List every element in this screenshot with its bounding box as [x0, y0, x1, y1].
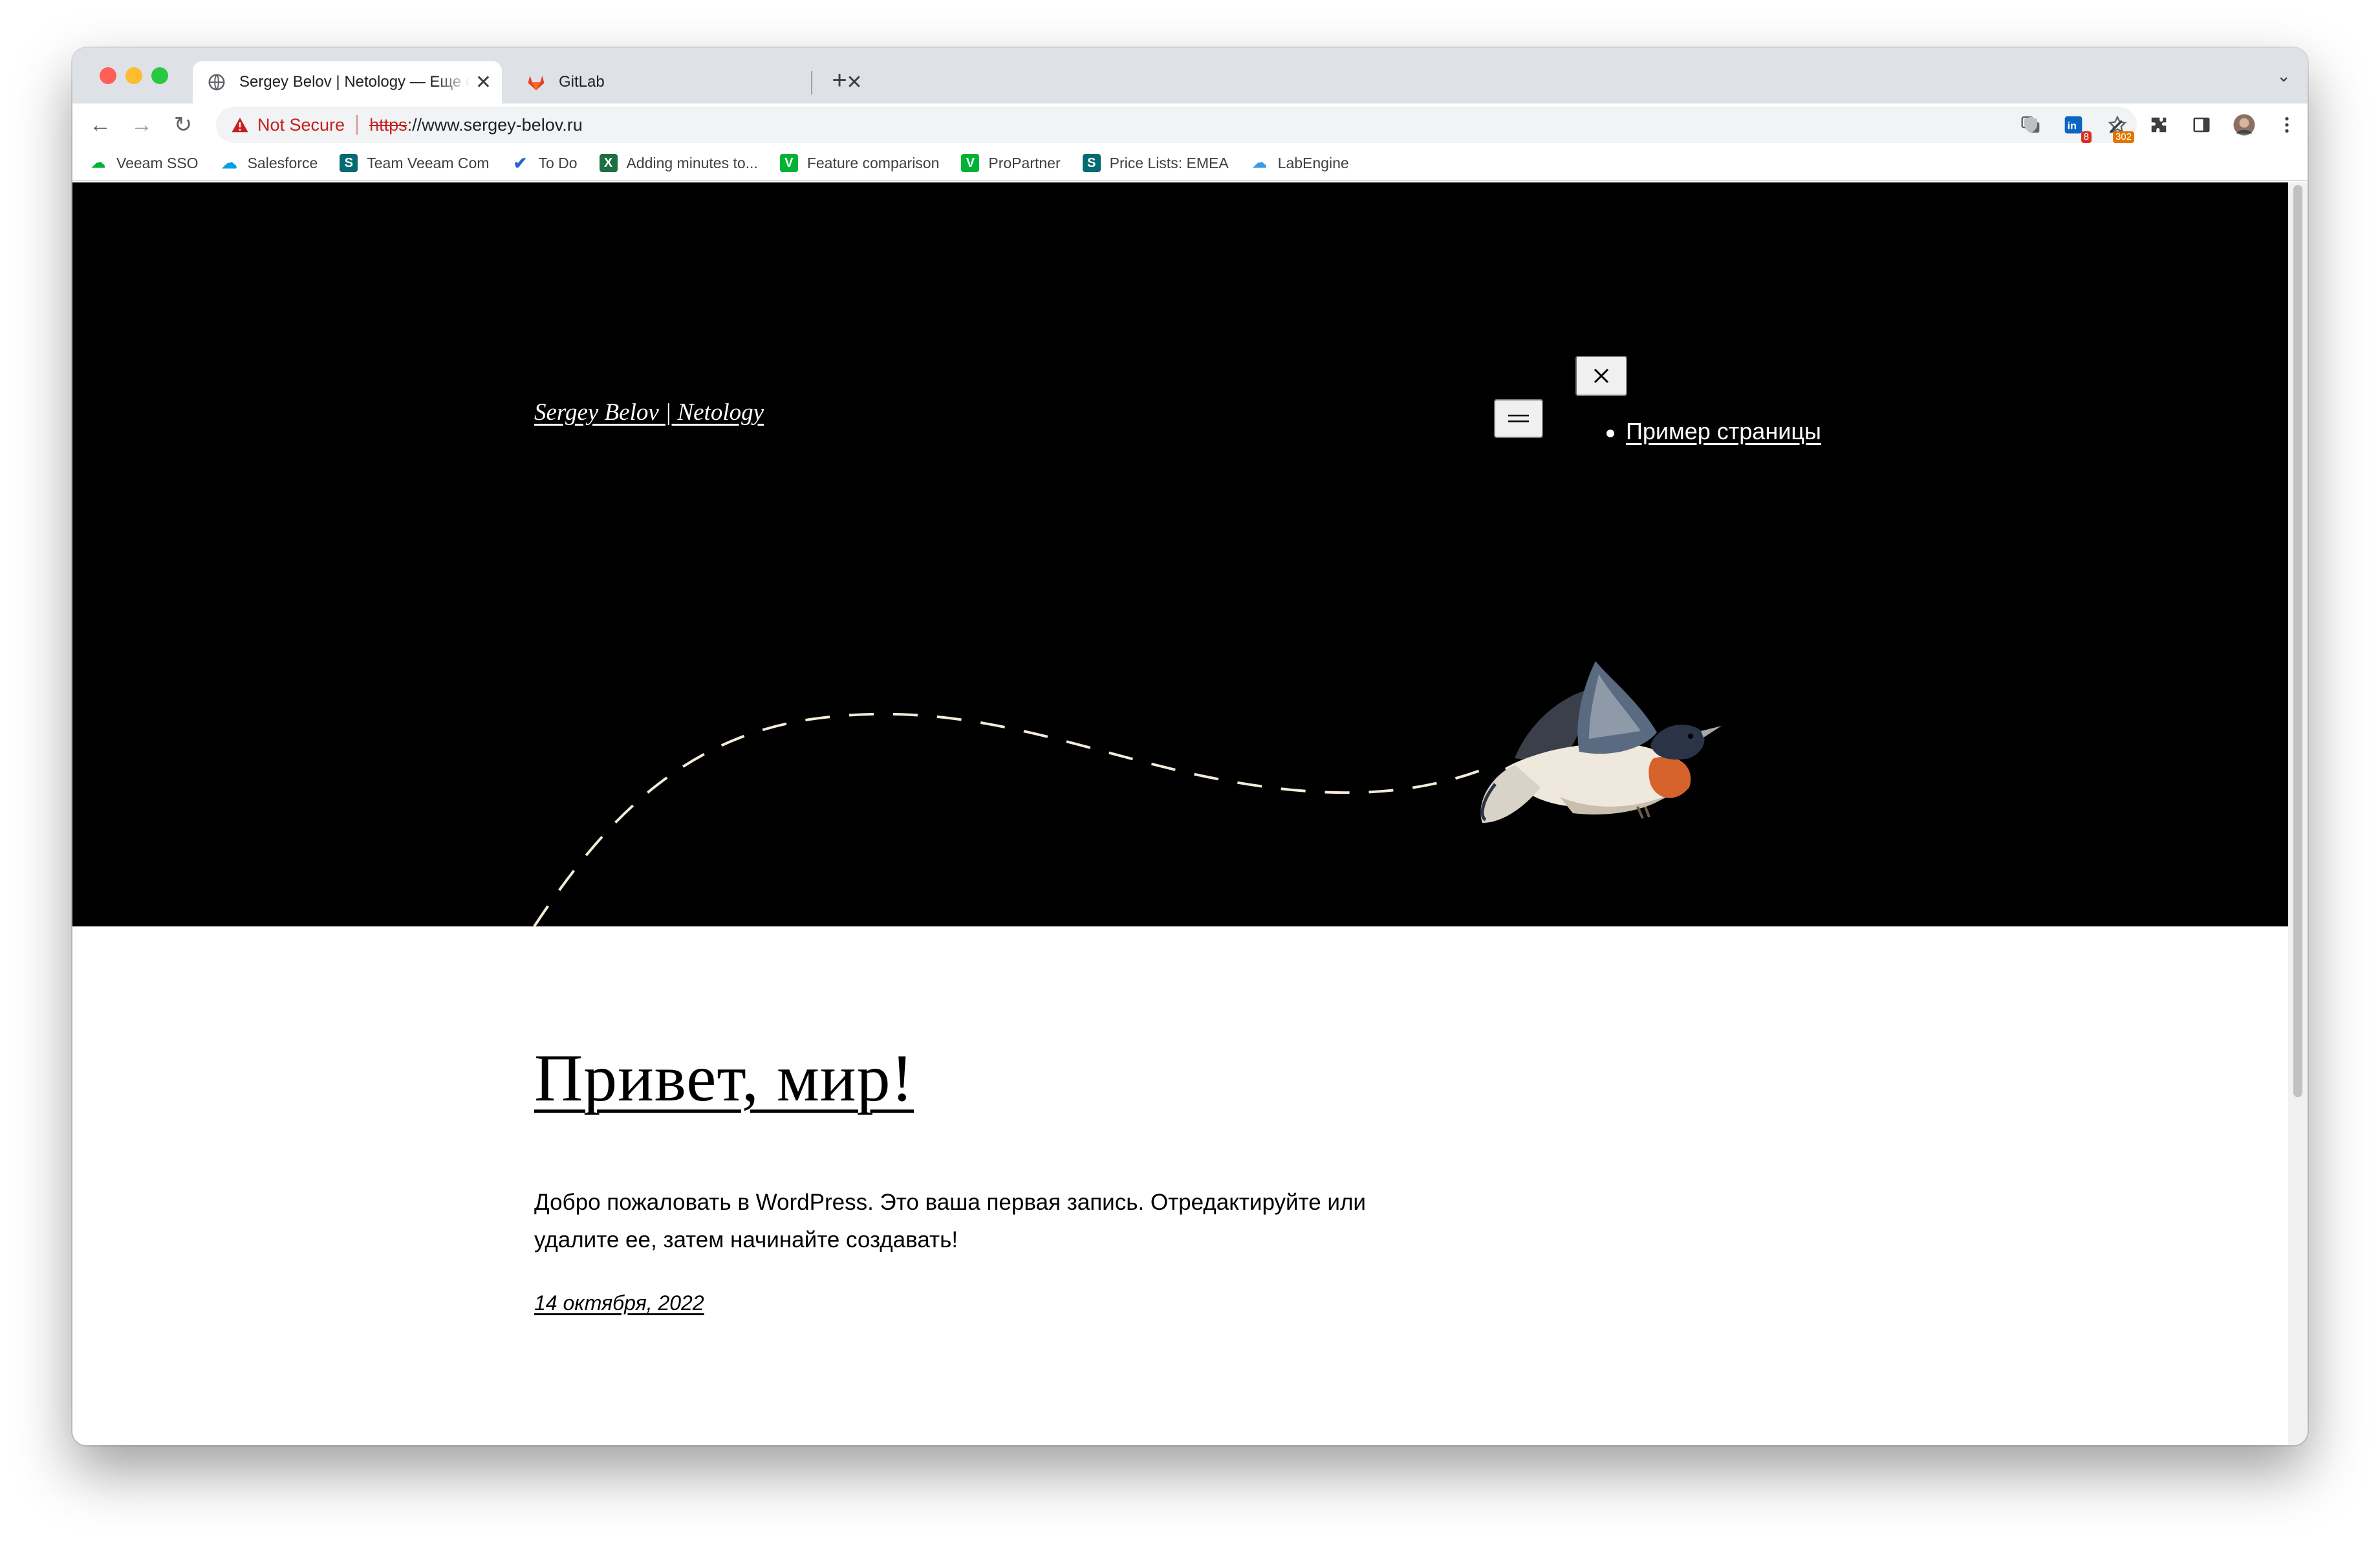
pen-extension-icon[interactable]: 302 [2104, 113, 2134, 143]
sharepoint-icon: S [1082, 154, 1101, 172]
window-minimize-button[interactable] [125, 67, 142, 84]
profile-avatar[interactable] [2233, 113, 2256, 137]
forward-button[interactable]: → [127, 110, 157, 140]
window-zoom-button[interactable] [151, 67, 168, 84]
browser-window: Sergey Belov | Netology — Еще один сайт … [72, 48, 2308, 1445]
back-button[interactable]: ← [85, 110, 115, 140]
shield-extension-icon[interactable] [2019, 113, 2042, 137]
extension-badge: 302 [2112, 131, 2134, 143]
extension-badge: 8 [2081, 131, 2092, 143]
page-viewport: Sergey Belov | Netology Пример страницы [72, 182, 2288, 1445]
flight-path-dashed-line [533, 712, 1496, 926]
puzzle-extensions-icon[interactable] [2147, 113, 2170, 137]
globe-icon [208, 74, 225, 91]
extensions-area: in 8 302 [2019, 104, 2299, 146]
tab-sergey-belov[interactable]: Sergey Belov | Netology — Еще один сайт … [193, 61, 502, 104]
excel-icon: X [599, 154, 618, 172]
bookmark-price-lists-emea[interactable]: S Price Lists: EMEA [1082, 154, 1229, 172]
menu-kebab-icon[interactable] [2275, 113, 2299, 137]
url-scheme: https [369, 115, 407, 135]
site-header: Sergey Belov | Netology Пример страницы [72, 182, 2288, 926]
toolbar: ← → ↻ Not Secure https://www.sergey-belo… [72, 104, 2308, 146]
bookmark-adding-minutes[interactable]: X Adding minutes to... [599, 154, 758, 172]
omnibox-separator [356, 115, 358, 135]
linkedin-extension-icon[interactable]: in 8 [2062, 113, 2092, 143]
tab-separator [811, 71, 812, 94]
tab-search-chevron-icon[interactable]: ⌄ [2277, 66, 2291, 86]
veeam-sso-icon: ☁ [91, 155, 105, 171]
bookmark-veeam-sso[interactable]: ☁ Veeam SSO [89, 154, 199, 172]
labengine-icon: ☁ [1252, 155, 1267, 171]
warning-triangle-icon [232, 117, 248, 133]
new-tab-button[interactable]: + [824, 65, 855, 96]
bird-flight-illustration [533, 661, 1722, 926]
bird-icon [1480, 661, 1722, 823]
address-bar[interactable]: Not Secure https://www.sergey-belov.ru G [216, 107, 2137, 143]
post-excerpt: Добро пожаловать в WordPress. Это ваша п… [534, 1190, 1366, 1252]
sharepoint-icon: S [340, 154, 358, 172]
not-secure-label[interactable]: Not Secure [257, 115, 345, 135]
bookmark-propartner[interactable]: V ProPartner [961, 154, 1061, 172]
bookmark-labengine[interactable]: ☁ LabEngine [1251, 154, 1349, 172]
veeam-v-icon: V [779, 154, 798, 172]
bookmark-to-do[interactable]: ✔ To Do [511, 153, 578, 173]
scrollbar-thumb[interactable] [2293, 185, 2302, 1097]
bookmarks-bar: ☁ Veeam SSO ☁ Salesforce S Team Veeam Com ✔… [72, 146, 2308, 181]
url-text: ://www.sergey-belov.ru [407, 115, 583, 135]
side-panel-icon[interactable] [2190, 113, 2213, 137]
post-title-link[interactable]: Привет, мир! [534, 1040, 914, 1117]
reload-button[interactable]: ↻ [168, 110, 198, 140]
todo-check-icon: ✔ [513, 153, 528, 173]
gitlab-icon [528, 76, 545, 91]
tab-title: Sergey Belov | Netology — Еще один сайт … [239, 73, 470, 91]
salesforce-cloud-icon: ☁ [221, 154, 237, 172]
page-scrollbar[interactable] [2288, 182, 2308, 1445]
window-close-button[interactable] [100, 67, 116, 84]
bookmark-salesforce[interactable]: ☁ Salesforce [221, 154, 318, 172]
post-date-link[interactable]: 14 октября, 2022 [534, 1291, 704, 1315]
veeam-v-icon: V [961, 154, 980, 172]
tab-gitlab[interactable]: GitLab ✕ [512, 61, 874, 104]
bookmark-feature-comparison[interactable]: V Feature comparison [779, 154, 939, 172]
tab-strip: Sergey Belov | Netology — Еще один сайт … [72, 48, 2308, 104]
bookmark-team-veeam-com[interactable]: S Team Veeam Com [340, 154, 489, 172]
tab-title: GitLab [559, 73, 605, 91]
tab-close-button[interactable]: ✕ [475, 71, 492, 94]
svg-text:in: in [2068, 121, 2077, 132]
